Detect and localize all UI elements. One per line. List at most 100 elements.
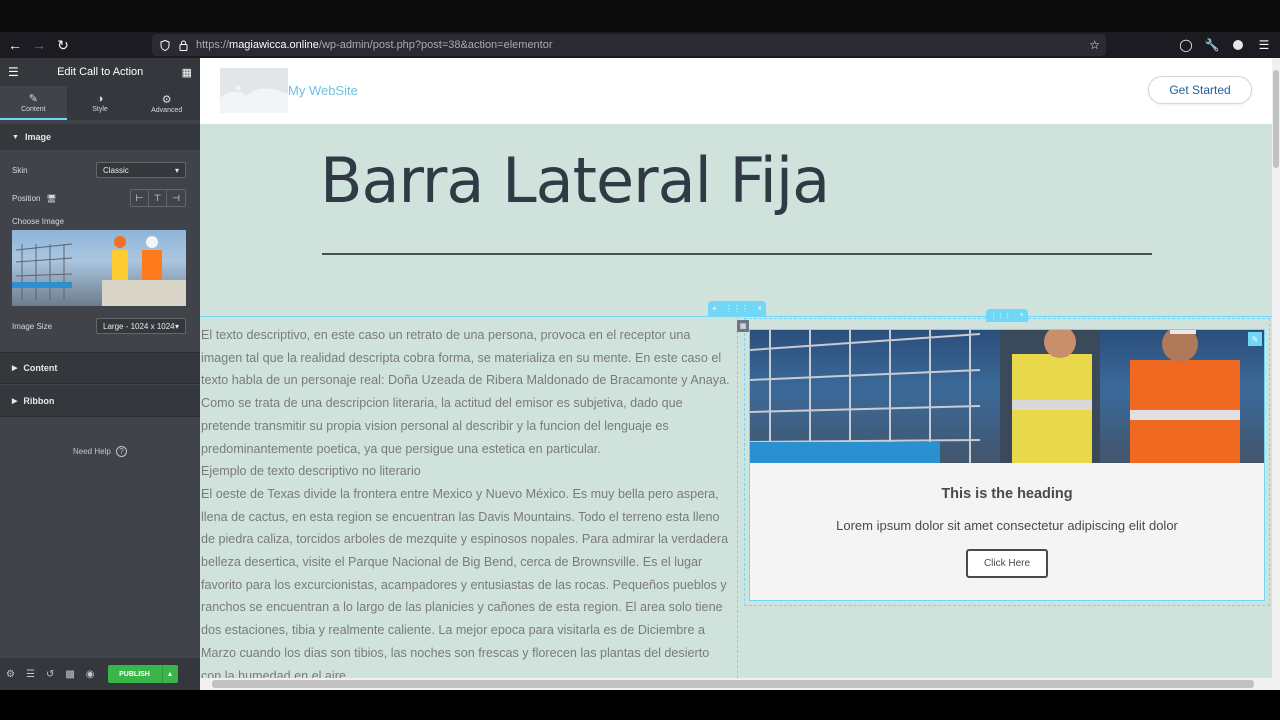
- panel-header: ☰ Edit Call to Action ▦: [0, 58, 200, 86]
- title-divider: [322, 253, 1152, 255]
- click-here-button[interactable]: Click Here: [966, 549, 1048, 578]
- os-bottom-bar: [0, 690, 1280, 720]
- caret-right-icon: ▶: [12, 397, 18, 405]
- caret-down-icon: ▼: [12, 133, 19, 141]
- align-left-icon[interactable]: ⊢: [131, 190, 149, 206]
- widgets-grid-icon[interactable]: ▦: [182, 66, 192, 79]
- skin-label: Skin: [12, 165, 28, 175]
- browser-toolbar: ← → ↻ https://magiawicca.online/wp-admin…: [0, 32, 1280, 58]
- section-ribbon-header[interactable]: ▶ Ribbon: [0, 385, 200, 417]
- back-arrow-icon[interactable]: ←: [3, 33, 27, 57]
- skin-value: Classic: [103, 165, 129, 175]
- choose-image-label: Choose Image: [12, 216, 65, 226]
- settings-gear-icon[interactable]: ⚙: [6, 669, 15, 680]
- tab-content[interactable]: ✎ Content: [0, 86, 67, 120]
- publish-button[interactable]: PUBLISH: [107, 665, 162, 683]
- section-label: Content: [23, 363, 58, 373]
- address-bar[interactable]: https://magiawicca.online/wp-admin/post.…: [152, 34, 1106, 56]
- pocket-icon[interactable]: ◯: [1176, 35, 1196, 55]
- tab-label: Style: [92, 106, 108, 113]
- lock-icon[interactable]: [174, 36, 192, 54]
- image-size-label: Image Size: [12, 321, 53, 331]
- get-started-button[interactable]: Get Started: [1148, 76, 1252, 104]
- choose-image-control: Choose Image: [0, 212, 200, 230]
- dropdown-arrow-icon: ▾: [174, 321, 179, 331]
- page-title: Barra Lateral Fija: [320, 144, 830, 217]
- forward-arrow-icon[interactable]: →: [27, 33, 51, 57]
- horizontal-scrollbar[interactable]: [200, 678, 1272, 690]
- section-label: Ribbon: [23, 395, 55, 406]
- wrench-icon[interactable]: 🔧: [1202, 35, 1222, 55]
- drag-column-icon[interactable]: ⋮⋮⋮: [990, 312, 1011, 320]
- history-icon[interactable]: ↺: [46, 669, 54, 680]
- image-size-select[interactable]: Large - 1024 x 1024 ▾: [96, 318, 186, 334]
- delete-column-icon[interactable]: ×: [1020, 312, 1024, 319]
- align-top-icon[interactable]: ⊤: [149, 190, 167, 206]
- call-to-action-widget[interactable]: ✎ This is the heading Lorem ipsum dolor …: [749, 329, 1265, 601]
- tab-label: Advanced: [151, 106, 183, 114]
- skin-select[interactable]: Classic ▾: [96, 162, 186, 178]
- site-logo-placeholder[interactable]: [220, 68, 288, 113]
- elementor-panel: ☰ Edit Call to Action ▦ ✎ Content ◑ Styl…: [0, 58, 200, 690]
- vertical-scrollbar[interactable]: [1272, 58, 1280, 690]
- editor-canvas: My WebSite Get Started Barra Lateral Fij…: [200, 58, 1272, 678]
- dropdown-arrow-icon: ▾: [174, 165, 179, 175]
- column-edit-icon[interactable]: ▦: [737, 320, 749, 332]
- tab-style[interactable]: ◑ Style: [67, 86, 134, 120]
- menu-icon[interactable]: ☰: [1254, 35, 1274, 55]
- add-section-icon[interactable]: +: [712, 304, 717, 313]
- navigator-layers-icon[interactable]: ☰: [26, 669, 35, 680]
- caret-right-icon: ▶: [12, 365, 18, 372]
- cta-image: ✎: [750, 330, 1264, 463]
- paragraph: Ejemplo de texto descriptivo no literari…: [201, 464, 421, 479]
- image-thumbnail[interactable]: [12, 230, 186, 306]
- os-top-bar: [0, 0, 1280, 32]
- url-path: /wp-admin/post.php?post=38&action=elemen…: [318, 39, 553, 51]
- section-content-header[interactable]: ▶ Content: [0, 352, 200, 384]
- account-icon[interactable]: [1228, 35, 1248, 55]
- preview-eye-icon[interactable]: ◉: [86, 669, 95, 680]
- shield-icon[interactable]: [156, 36, 174, 54]
- url-text[interactable]: https://magiawicca.online/wp-admin/post.…: [196, 39, 553, 51]
- cta-heading: This is the heading: [941, 486, 1073, 502]
- need-help-link[interactable]: Need Help ?: [0, 446, 200, 457]
- url-prefix: https://: [196, 39, 230, 51]
- panel-tabs: ✎ Content ◑ Style ⚙ Advanced: [0, 86, 200, 120]
- skin-control: Skin Classic ▾: [0, 156, 200, 184]
- gear-icon: ⚙: [161, 93, 172, 106]
- column-divider: [737, 316, 738, 678]
- scrollbar-thumb[interactable]: [212, 680, 1254, 688]
- scrollbar-thumb[interactable]: [1273, 70, 1279, 168]
- section-image-header[interactable]: ▼ Image: [0, 124, 200, 150]
- edit-widget-pencil-icon[interactable]: ✎: [1248, 332, 1262, 346]
- description-text: El texto descriptivo, en este caso un re…: [201, 324, 731, 678]
- paragraph: El texto descriptivo, en este caso un re…: [201, 328, 730, 456]
- publish-options-caret-icon[interactable]: ▲: [161, 665, 178, 683]
- position-choices: ⊢ ⊤ ⊣: [130, 189, 186, 207]
- url-host: magiawicca.online: [229, 39, 319, 51]
- pencil-icon: ✎: [28, 92, 38, 105]
- align-right-icon[interactable]: ⊣: [167, 190, 185, 206]
- tab-advanced[interactable]: ⚙ Advanced: [133, 86, 200, 120]
- section-handle[interactable]: + ⋮⋮⋮ ×: [708, 301, 766, 316]
- position-control: Position 🖥 ⊢ ⊤ ⊣: [0, 184, 200, 212]
- half-circle-icon: ◑: [96, 93, 104, 105]
- hamburger-menu-icon[interactable]: ☰: [8, 65, 19, 79]
- panel-title: Edit Call to Action: [57, 66, 144, 78]
- bookmark-star-icon[interactable]: ☆: [1089, 38, 1100, 52]
- cta-description: Lorem ipsum dolor sit amet consectetur a…: [836, 518, 1178, 533]
- responsive-mode-icon[interactable]: ▩: [65, 669, 74, 680]
- site-header: My WebSite Get Started: [200, 58, 1272, 124]
- image-size-value: Large - 1024 x 1024: [103, 321, 175, 331]
- reload-icon[interactable]: ↻: [51, 33, 75, 57]
- drag-section-icon[interactable]: ⋮⋮⋮: [725, 304, 749, 313]
- section-outline: [200, 316, 1272, 317]
- delete-section-icon[interactable]: ×: [757, 304, 762, 313]
- need-help-label: Need Help: [72, 447, 111, 456]
- position-label: Position: [12, 193, 41, 203]
- desktop-icon[interactable]: 🖥: [46, 194, 56, 203]
- panel-footer: ⚙ ☰ ↺ ▩ ◉ PUBLISH ▲: [0, 658, 200, 690]
- column-handle[interactable]: ⋮⋮⋮ ×: [986, 309, 1028, 322]
- site-name[interactable]: My WebSite: [288, 83, 358, 98]
- image-size-control: Image Size Large - 1024 x 1024 ▾: [0, 312, 200, 340]
